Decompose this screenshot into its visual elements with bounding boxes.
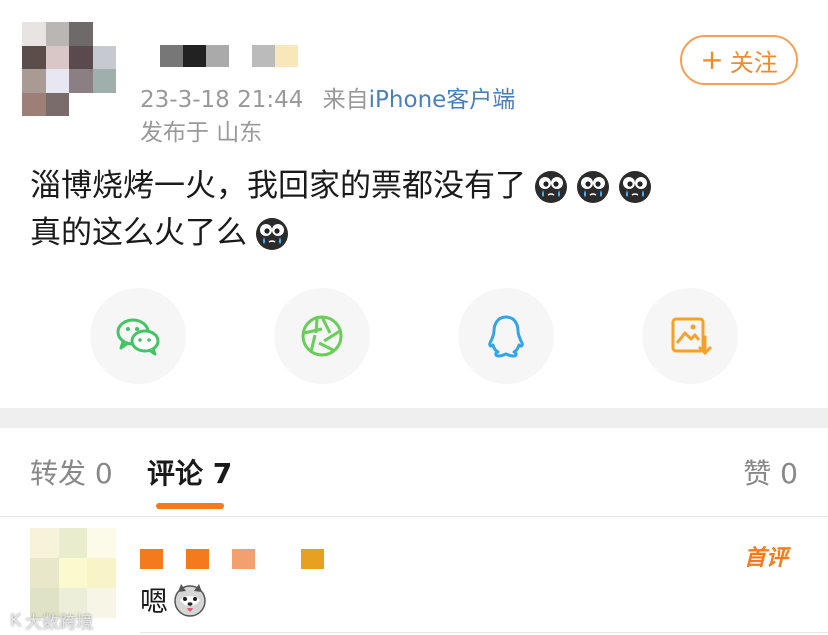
redacted-name-block — [255, 549, 278, 569]
avatar-pixel — [58, 558, 88, 588]
post-meta: 23-3-18 21:44 来自iPhone客户端 — [140, 80, 515, 114]
watermark-logo: K — [10, 610, 22, 631]
post-timestamp: 23-3-18 21:44 — [140, 87, 304, 113]
avatar-pixel — [45, 69, 69, 93]
comment-divider — [140, 632, 828, 633]
avatar-pixel — [58, 528, 88, 558]
post-body: 淄博烧烤一火，我回家的票都没有了 真的这么火了么 — [30, 163, 652, 257]
section-divider — [0, 408, 828, 428]
share-moments-button[interactable] — [274, 288, 370, 384]
avatar-pixel — [45, 92, 69, 116]
active-tab-indicator — [156, 503, 224, 509]
comment-avatar[interactable] — [30, 528, 116, 618]
redacted-name-block — [252, 45, 275, 67]
husky-emoji-icon — [174, 584, 206, 617]
tab-comment-count: 7 — [212, 457, 233, 490]
tab-comment-label: 评论 — [147, 457, 204, 490]
avatar-pixel — [45, 45, 69, 69]
comment-body: 嗯 — [140, 580, 208, 620]
username-redacted[interactable] — [160, 45, 298, 67]
redacted-name-block — [206, 45, 229, 67]
avatar-pixel — [69, 69, 93, 93]
post-line-2: 真的这么火了么 — [30, 210, 652, 257]
avatar-pixel — [92, 22, 116, 46]
post-text-2: 真的这么火了么 — [30, 215, 247, 251]
redacted-name-block — [186, 549, 209, 569]
crying-emoji-icon — [255, 217, 289, 251]
redacted-name-block — [301, 549, 324, 569]
redacted-name-block — [275, 45, 298, 67]
crying-emoji-icon — [534, 170, 568, 204]
avatar-pixel — [87, 528, 116, 558]
post-text-1: 淄博烧烤一火，我回家的票都没有了 — [30, 168, 526, 204]
share-wechat-button[interactable] — [90, 288, 186, 384]
avatar-pixel — [45, 22, 69, 46]
redacted-name-block — [229, 45, 252, 67]
avatar-pixel — [87, 558, 116, 588]
tab-like-count: 0 — [780, 457, 798, 490]
user-avatar[interactable] — [22, 22, 116, 116]
moments-icon — [301, 315, 343, 357]
post-line-1: 淄博烧烤一火，我回家的票都没有了 — [30, 163, 652, 210]
tab-like[interactable]: 赞 0 — [743, 452, 798, 492]
avatar-pixel — [69, 92, 93, 116]
source-link[interactable]: iPhone客户端 — [369, 87, 516, 113]
tab-repost[interactable]: 转发 0 — [30, 452, 113, 492]
tab-comment[interactable]: 评论 7 — [147, 452, 232, 492]
avatar-pixel — [22, 69, 46, 93]
redacted-name-block — [183, 45, 206, 67]
watermark: K 大数跨境 — [10, 608, 94, 634]
avatar-pixel — [92, 45, 116, 69]
save-image-icon — [671, 317, 712, 356]
avatar-pixel — [92, 92, 116, 116]
avatar-pixel — [30, 528, 59, 558]
avatar-pixel — [92, 69, 116, 93]
post-location: 发布于 山东 — [140, 120, 263, 146]
avatar-pixel — [22, 22, 46, 46]
save-image-button[interactable] — [642, 288, 738, 384]
redacted-name-block — [209, 549, 232, 569]
tab-repost-label: 转发 — [30, 457, 87, 490]
avatar-pixel — [22, 92, 46, 116]
first-comment-badge: 首评 — [743, 546, 788, 571]
tab-repost-count: 0 — [94, 457, 113, 490]
redacted-name-block — [160, 45, 183, 67]
watermark-text: 大数跨境 — [25, 613, 94, 633]
redacted-name-block — [232, 549, 255, 569]
tab-like-label: 赞 — [743, 457, 772, 490]
comment-username-redacted[interactable] — [140, 549, 324, 569]
source-prefix: 来自 — [322, 87, 369, 113]
crying-emoji-icon — [576, 170, 610, 204]
avatar-pixel — [30, 558, 59, 588]
follow-label: 关注 — [729, 48, 778, 77]
avatar-pixel — [22, 45, 46, 69]
share-row — [0, 288, 828, 384]
crying-emoji-icon — [618, 170, 652, 204]
redacted-name-block — [278, 549, 301, 569]
redacted-name-block — [140, 549, 163, 569]
avatar-pixel — [69, 22, 93, 46]
divider — [0, 516, 828, 517]
wechat-icon — [116, 318, 160, 356]
avatar-pixel — [69, 45, 93, 69]
comment-text: 嗯 — [140, 585, 169, 618]
qq-icon — [488, 315, 524, 358]
share-qq-button[interactable] — [458, 288, 554, 384]
plus-icon: + — [700, 43, 724, 76]
redacted-name-block — [163, 549, 186, 569]
follow-button[interactable]: + 关注 — [680, 35, 798, 85]
